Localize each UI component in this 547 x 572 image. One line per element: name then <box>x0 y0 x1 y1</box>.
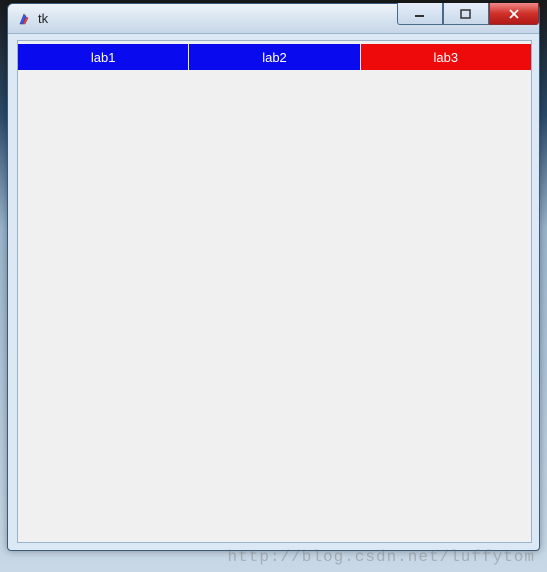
close-icon <box>508 8 520 20</box>
titlebar[interactable]: tk <box>8 4 539 34</box>
label-row: lab1 lab2 lab3 <box>18 41 531 70</box>
client-area: lab1 lab2 lab3 <box>17 40 532 543</box>
window-controls <box>397 3 539 25</box>
application-window: tk lab1 lab2 lab3 <box>7 3 540 551</box>
watermark: http://blog.csdn.net/luffytom <box>228 548 535 566</box>
label-lab3: lab3 <box>361 44 531 70</box>
window-title: tk <box>38 11 48 26</box>
label-lab2: lab2 <box>189 44 359 70</box>
maximize-button[interactable] <box>443 3 489 25</box>
label-lab1: lab1 <box>18 44 188 70</box>
close-button[interactable] <box>489 3 539 25</box>
app-icon <box>16 11 32 27</box>
maximize-icon <box>460 8 472 20</box>
minimize-button[interactable] <box>397 3 443 25</box>
minimize-icon <box>414 8 426 20</box>
